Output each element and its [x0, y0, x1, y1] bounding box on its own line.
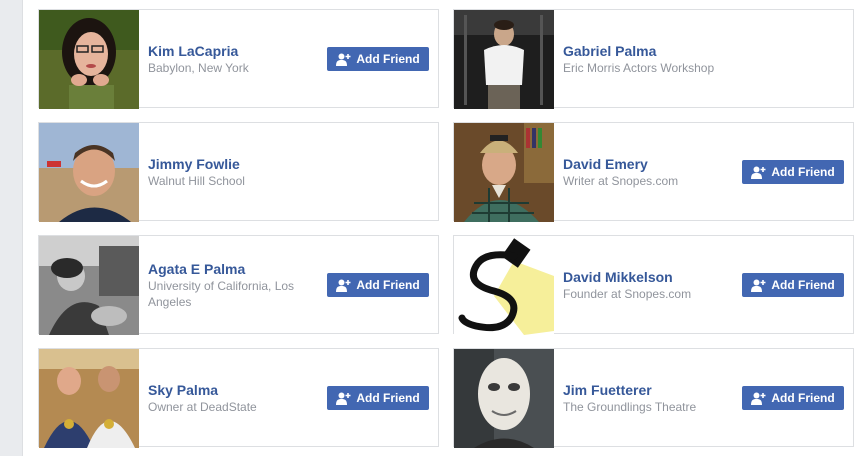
friend-workplace: The Groundlings Theatre	[563, 400, 697, 414]
add-friend-button[interactable]: Add Friend	[742, 160, 844, 184]
friend-name[interactable]: Kim LaCapria	[148, 43, 323, 60]
friend-card-jimmy-fowlie: Jimmy Fowlie Walnut Hill School	[38, 122, 439, 222]
friend-card-david-emery: David Emery Writer at Snopes.com Add Fri…	[453, 122, 854, 222]
friend-location: Babylon, New York	[148, 61, 249, 75]
friend-school: Walnut Hill School	[148, 174, 245, 188]
add-friend-button[interactable]: Add Friend	[327, 47, 429, 71]
workplace-prefix: Writer at	[563, 174, 612, 188]
profile-photo[interactable]	[39, 10, 139, 109]
add-friend-icon	[336, 279, 351, 292]
add-friend-button[interactable]: Add Friend	[327, 386, 429, 410]
workplace-link[interactable]: Snopes.com	[611, 174, 678, 188]
add-friend-label: Add Friend	[771, 391, 835, 405]
profile-photo[interactable]	[454, 236, 554, 335]
add-friend-icon	[751, 279, 766, 292]
friend-card-jim-fuetterer: Jim Fuetterer The Groundlings Theatre Ad…	[453, 348, 854, 448]
workplace-link[interactable]: Snopes.com	[624, 287, 691, 301]
profile-photo[interactable]	[39, 236, 139, 335]
friend-workplace: Owner at DeadState	[148, 400, 257, 414]
add-friend-label: Add Friend	[356, 391, 420, 405]
add-friend-icon	[336, 392, 351, 405]
profile-photo[interactable]	[454, 10, 554, 109]
friend-name[interactable]: Agata E Palma	[148, 261, 323, 278]
friend-card-david-mikkelson: David Mikkelson Founder at Snopes.com Ad…	[453, 235, 854, 335]
profile-photo[interactable]	[454, 123, 554, 222]
friend-school-line1: University of California, Los	[148, 279, 295, 293]
friend-card-sky-palma: Sky Palma Owner at DeadState Add Friend	[38, 348, 439, 448]
add-friend-icon	[751, 166, 766, 179]
friend-name[interactable]: David Mikkelson	[563, 269, 738, 286]
profile-photo[interactable]	[454, 349, 554, 448]
add-friend-label: Add Friend	[771, 278, 835, 292]
friend-card-gabriel-palma: Gabriel Palma Eric Morris Actors Worksho…	[453, 9, 854, 109]
friend-name[interactable]: Gabriel Palma	[563, 43, 738, 60]
friend-name[interactable]: Sky Palma	[148, 382, 323, 399]
add-friend-icon	[751, 392, 766, 405]
friend-name[interactable]: Jim Fuetterer	[563, 382, 738, 399]
friend-workplace: Writer at Snopes.com	[563, 173, 738, 189]
workplace-prefix: Founder at	[563, 287, 625, 301]
friend-school: University of California, Los Angeles	[148, 278, 323, 310]
profile-photo[interactable]	[39, 349, 139, 448]
friend-workplace: Founder at Snopes.com	[563, 286, 738, 302]
add-friend-label: Add Friend	[356, 52, 420, 66]
profile-photo[interactable]	[39, 123, 139, 222]
friend-name[interactable]: David Emery	[563, 156, 738, 173]
add-friend-label: Add Friend	[771, 165, 835, 179]
friend-card-agata-e-palma: Agata E Palma University of California, …	[38, 235, 439, 335]
add-friend-label: Add Friend	[356, 278, 420, 292]
friend-school-line2: Angeles	[148, 295, 192, 309]
friend-workplace: Eric Morris Actors Workshop	[563, 61, 715, 75]
friend-name[interactable]: Jimmy Fowlie	[148, 156, 323, 173]
add-friend-icon	[336, 53, 351, 66]
friend-card-kim-lacapria: Kim LaCapria Babylon, New York Add Frien…	[38, 9, 439, 109]
add-friend-button[interactable]: Add Friend	[742, 273, 844, 297]
left-rail	[0, 0, 23, 456]
add-friend-button[interactable]: Add Friend	[327, 273, 429, 297]
add-friend-button[interactable]: Add Friend	[742, 386, 844, 410]
